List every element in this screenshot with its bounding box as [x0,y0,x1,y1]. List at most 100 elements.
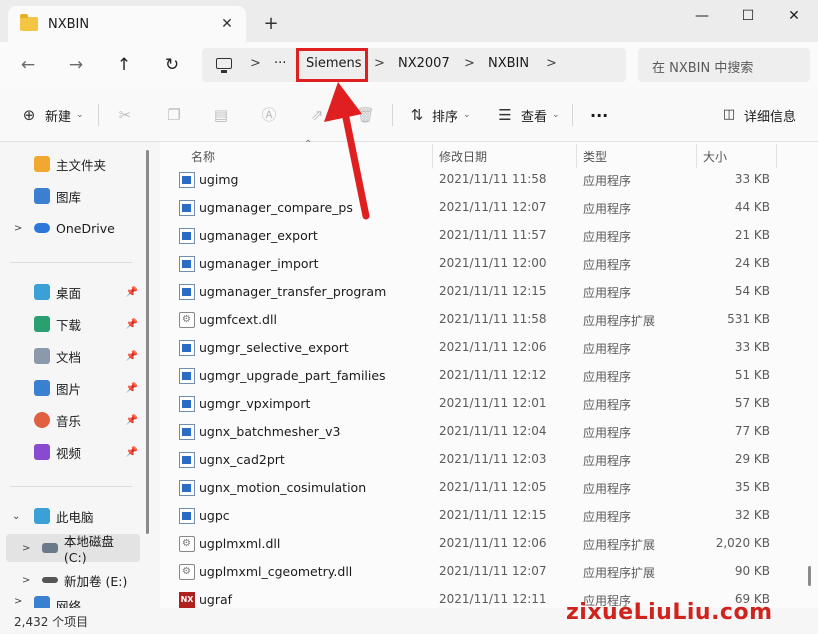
maximize-button[interactable]: ☐ [726,4,770,28]
file-date: 2021/11/11 12:06 [439,340,547,354]
sidebar-item-desktop[interactable]: 桌面 📌 [0,278,146,306]
sidebar-item-downloads[interactable]: 下载 📌 [0,310,146,338]
table-row[interactable]: ugplmxml_cgeometry.dll 2021/11/11 12:07 应用… [174,558,774,586]
file-date: 2021/11/11 11:58 [439,172,547,186]
pin-icon[interactable]: 📌 [126,415,138,426]
paste-button[interactable]: ▤ [212,104,230,126]
delete-button[interactable]: 🗑 [356,104,376,126]
file-name: ugnx_batchmesher_v3 [199,424,341,439]
table-row[interactable]: ugnx_cad2prt 2021/11/11 12:03 应用程序 29 KB [174,446,774,474]
pin-icon[interactable]: 📌 [126,319,138,330]
file-size: 44 KB [734,200,770,214]
table-row[interactable]: ugmfcext.dll 2021/11/11 11:58 应用程序扩展 531 KB [174,306,774,334]
application-icon [179,508,195,524]
more-options-button[interactable]: ··· [590,104,608,126]
breadcrumb-separator[interactable]: > [374,56,385,71]
pin-icon[interactable]: 📌 [126,447,138,458]
table-row[interactable]: ugpc 2021/11/11 12:15 应用程序 32 KB [174,502,774,530]
sidebar-item-music[interactable]: 音乐 📌 [0,406,146,434]
sort-button[interactable]: ⇅ 排序 ⌄ [408,104,471,126]
table-row[interactable]: ugmgr_selective_export 2021/11/11 12:06 应用… [174,334,774,362]
clipboard-icon: ▤ [213,106,229,124]
sidebar-item-videos[interactable]: 视频 📌 [0,438,146,466]
column-divider[interactable] [576,144,577,168]
address-bar[interactable]: > ··· Siemens > NX2007 > NXBIN > [202,48,626,82]
table-row[interactable]: ugimg 2021/11/11 11:58 应用程序 33 KB [174,166,774,194]
file-name: ugraf [199,592,233,607]
chevron-right-icon[interactable]: > [22,575,30,586]
file-size: 2,020 KB [715,536,770,550]
sidebar-item-new-volume[interactable]: > 新加卷 (E:) [0,566,146,594]
tab-title: NXBIN [48,16,90,32]
pin-icon[interactable]: 📌 [126,351,138,362]
new-button[interactable]: ⊕ 新建 ⌄ [20,104,84,126]
minimize-button[interactable]: — [680,4,724,28]
chevron-right-icon[interactable]: > [14,596,22,607]
drive-icon [42,577,58,583]
vertical-scrollbar[interactable] [808,566,811,586]
sidebar-item-network[interactable]: > 网络 [0,596,146,608]
cut-button[interactable]: ✂ [116,104,134,126]
breadcrumb-separator[interactable]: > [250,56,261,71]
details-label: 详细信息 [744,109,797,125]
file-name: ugnx_motion_cosimulation [199,480,367,495]
table-row[interactable]: ugmanager_export 2021/11/11 11:57 应用程序 21 K… [174,222,774,250]
file-name: ugmanager_import [199,256,319,271]
file-type: 应用程序 [583,286,632,300]
breadcrumb-nx2007[interactable]: NX2007 [398,56,450,71]
table-row[interactable]: ugmanager_transfer_program 2021/11/11 12:… [174,278,774,306]
column-divider[interactable] [432,144,433,168]
sidebar-item-local-disk[interactable]: > 本地磁盘 (C:) [6,534,140,565]
file-date: 2021/11/11 12:11 [439,592,547,606]
forward-button[interactable]: → [62,52,90,78]
close-button[interactable]: ✕ [772,4,816,28]
view-button[interactable]: ☰ 查看 ⌄ [496,104,559,126]
table-row[interactable]: ugmanager_compare_ps 2021/11/11 12:07 应用程序… [174,194,774,222]
sidebar-item-documents[interactable]: 文档 📌 [0,342,146,370]
trash-icon: 🗑 [356,106,376,124]
file-date: 2021/11/11 12:06 [439,536,547,550]
breadcrumb-separator[interactable]: > [464,56,475,71]
table-row[interactable]: ugmgr_vpximport 2021/11/11 12:01 应用程序 57 KB [174,390,774,418]
refresh-button[interactable]: ↻ [158,52,186,78]
computer-icon[interactable] [216,58,232,73]
table-row[interactable]: ugmanager_import 2021/11/11 12:00 应用程序 24 K… [174,250,774,278]
details-pane-button[interactable]: ◫ 详细信息 [720,104,796,126]
column-header-name[interactable]: 名称 [191,148,215,165]
table-row[interactable]: ugplmxml.dll 2021/11/11 12:06 应用程序扩展 2,020 … [174,530,774,558]
chevron-right-icon[interactable]: > [22,543,30,554]
column-header-size[interactable]: 大小 [703,148,727,165]
table-row[interactable]: ugnx_batchmesher_v3 2021/11/11 12:04 应用程序 7… [174,418,774,446]
file-size: 57 KB [734,396,770,410]
column-header-type[interactable]: 类型 [583,148,607,165]
pin-icon[interactable]: 📌 [126,383,138,394]
breadcrumb-separator[interactable]: > [546,56,557,71]
search-input[interactable]: 在 NXBIN 中搜索 [638,48,810,82]
file-date: 2021/11/11 11:58 [439,312,547,326]
column-header-modified[interactable]: 修改日期 [439,148,487,165]
new-tab-button[interactable]: + [258,12,284,38]
column-divider[interactable] [696,144,697,168]
sidebar-item-gallery[interactable]: 图库 [0,182,146,210]
table-row[interactable]: ugmgr_upgrade_part_families 2021/11/11 12… [174,362,774,390]
sidebar-item-this-pc[interactable]: ⌄ 此电脑 [0,502,146,530]
rename-button[interactable]: Ⓐ [260,104,278,126]
sidebar-item-onedrive[interactable]: > OneDrive [0,214,146,242]
table-row[interactable]: ugnx_motion_cosimulation 2021/11/11 12:05… [174,474,774,502]
sidebar-item-pictures[interactable]: 图片 📌 [0,374,146,402]
up-button[interactable]: ↑ [110,52,138,78]
copy-button[interactable]: ❐ [165,104,183,126]
share-button[interactable]: ⇗ [308,104,326,126]
tab-close-icon[interactable]: ✕ [218,15,236,33]
breadcrumb-more[interactable]: ··· [274,56,286,71]
column-divider[interactable] [776,144,777,168]
tab-nxbin[interactable]: NXBIN ✕ [8,6,246,42]
sidebar-scrollbar[interactable] [146,150,149,534]
pin-icon[interactable]: 📌 [126,287,138,298]
breadcrumb-nxbin[interactable]: NXBIN [488,56,529,71]
sidebar-item-home[interactable]: 主文件夹 [0,150,146,178]
chevron-right-icon[interactable]: > [14,223,22,234]
file-size: 29 KB [734,452,770,466]
back-button[interactable]: ← [14,52,42,78]
chevron-down-icon[interactable]: ⌄ [12,511,20,522]
